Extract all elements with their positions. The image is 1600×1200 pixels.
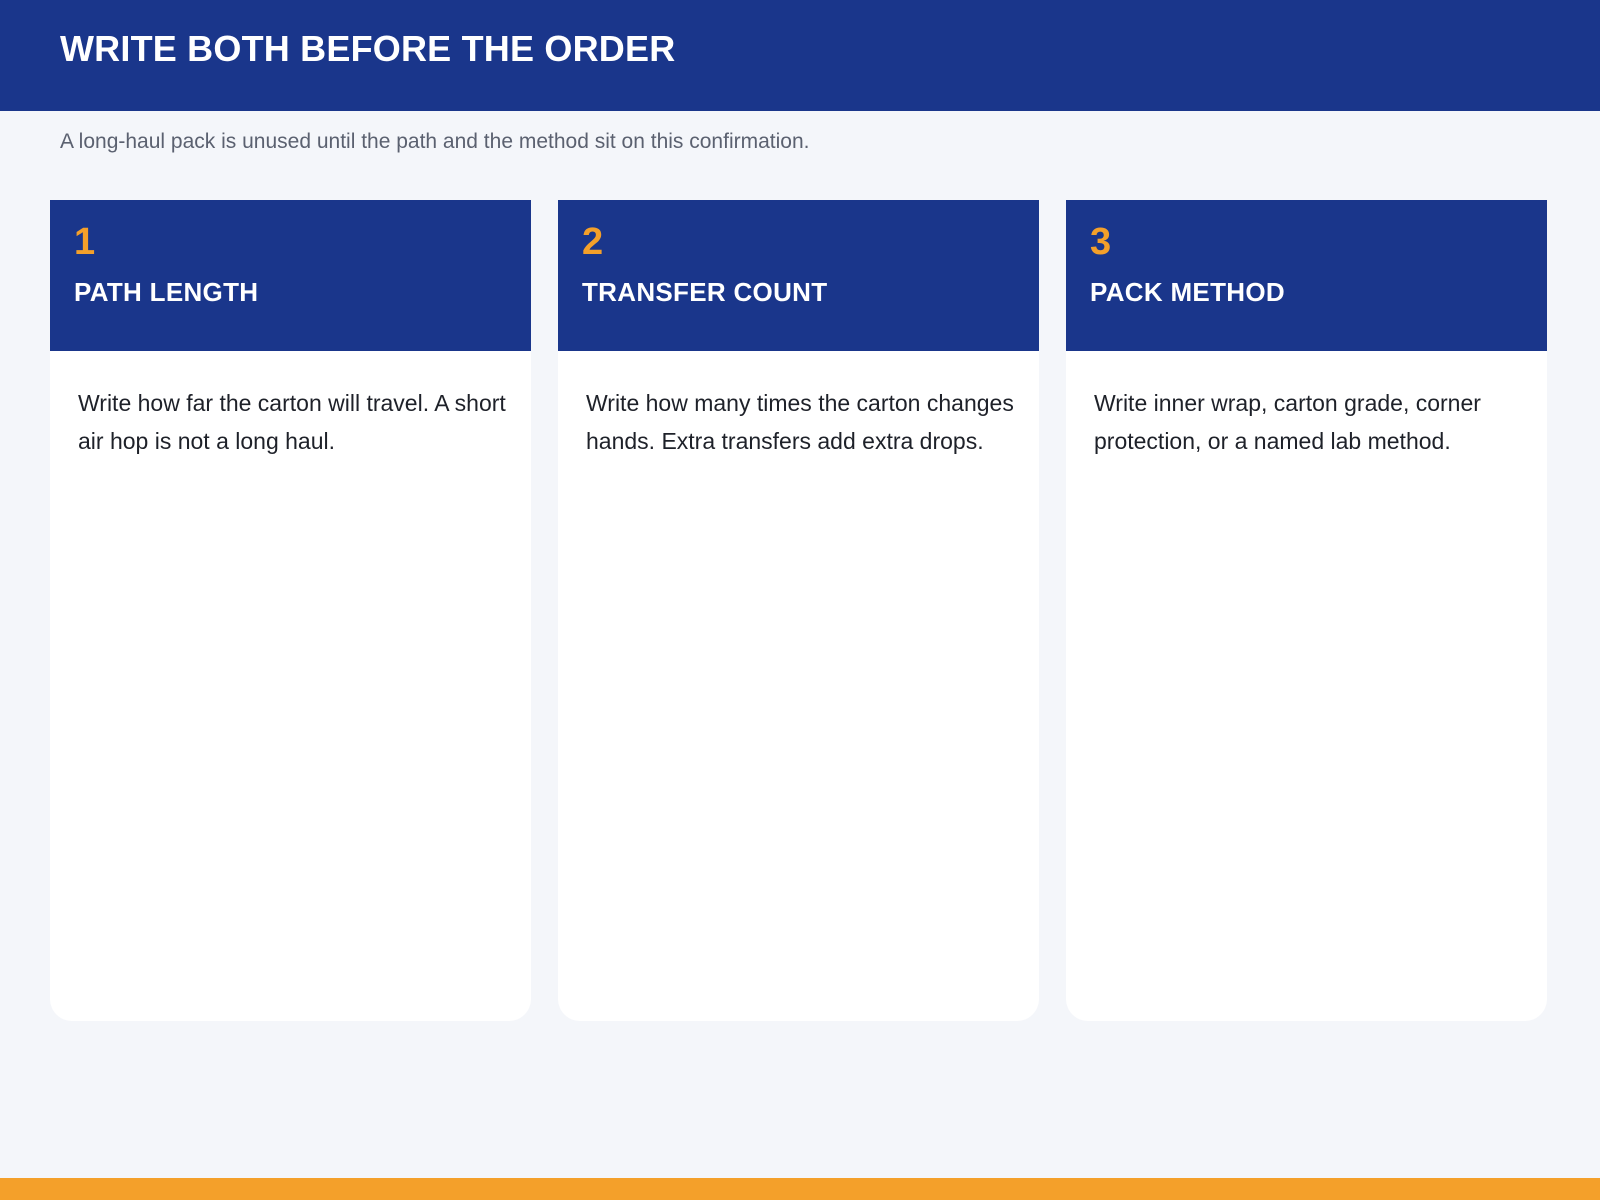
- card-number: 1: [74, 221, 96, 263]
- card-body-text: Write how many times the carton changes …: [586, 390, 1014, 454]
- card-title: PATH LENGTH: [74, 277, 259, 307]
- header-banner: WRITE BOTH BEFORE THE ORDER: [0, 0, 1600, 111]
- card-row: 1 PATH LENGTH Write how far the carton w…: [50, 200, 1547, 1021]
- card-transfer-count: 2 TRANSFER COUNT Write how many times th…: [558, 200, 1039, 1021]
- card-number: 3: [1090, 221, 1112, 263]
- card-body-text: Write how far the carton will travel. A …: [78, 390, 506, 454]
- card-header: 2 TRANSFER COUNT: [558, 200, 1039, 351]
- card-header: 3 PACK METHOD: [1066, 200, 1547, 351]
- page-title: WRITE BOTH BEFORE THE ORDER: [60, 28, 676, 69]
- card-header: 1 PATH LENGTH: [50, 200, 531, 351]
- footer-accent-bar: [0, 1178, 1600, 1200]
- page-subtitle: A long-haul pack is unused until the pat…: [60, 130, 810, 153]
- card-body-text: Write inner wrap, carton grade, corner p…: [1094, 390, 1481, 454]
- card-title: TRANSFER COUNT: [582, 277, 828, 307]
- card-title: PACK METHOD: [1090, 277, 1285, 307]
- card-number: 2: [582, 221, 604, 263]
- card-path-length: 1 PATH LENGTH Write how far the carton w…: [50, 200, 531, 1021]
- card-pack-method: 3 PACK METHOD Write inner wrap, carton g…: [1066, 200, 1547, 1021]
